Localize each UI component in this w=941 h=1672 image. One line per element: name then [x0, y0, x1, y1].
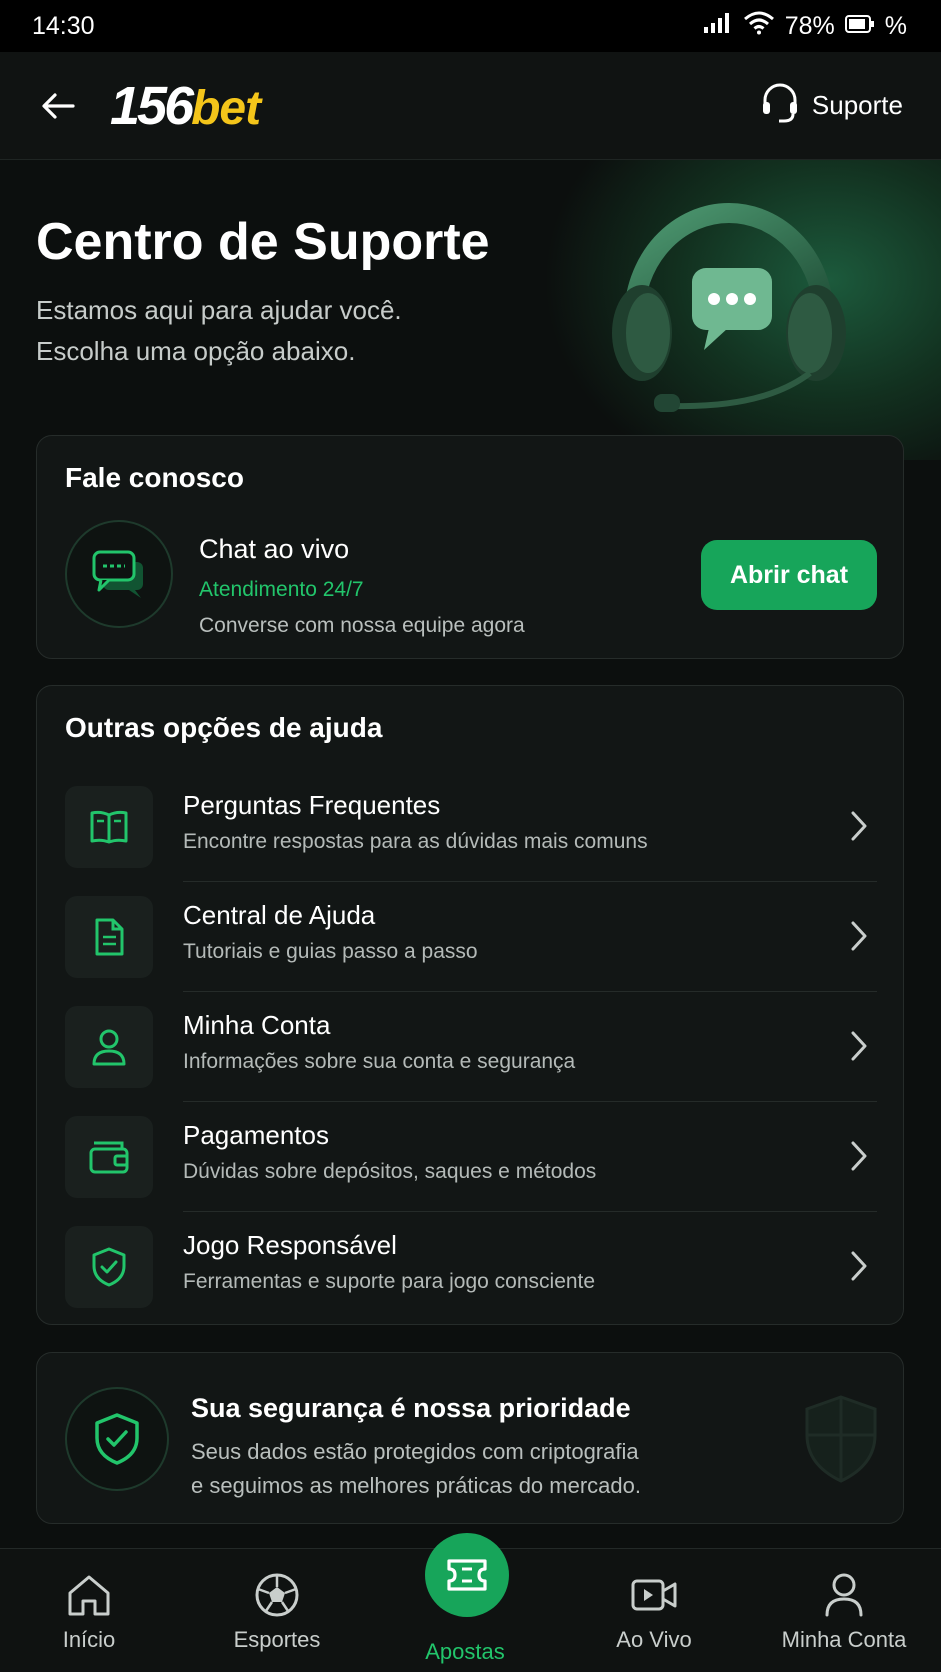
contact-card: Fale conosco Chat ao vivo Atendimento 24… — [36, 435, 904, 659]
home-icon — [66, 1569, 112, 1621]
option-title: Pagamentos — [183, 1120, 329, 1150]
headset-illustration-icon — [604, 178, 854, 418]
shield-check-icon — [65, 1387, 169, 1491]
option-title: Jogo Responsável — [183, 1230, 397, 1260]
option-my-account[interactable]: Minha Conta Informações sobre sua conta … — [65, 992, 877, 1102]
option-title: Perguntas Frequentes — [183, 790, 441, 820]
nav-item-live[interactable]: Ao Vivo — [560, 1549, 748, 1672]
user-icon — [823, 1569, 865, 1621]
option-responsible-gaming[interactable]: Jogo Responsável Ferramentas e suporte p… — [65, 1212, 877, 1322]
option-help-center[interactable]: Central de Ajuda Tutoriais e guias passo… — [65, 882, 877, 992]
security-desc-line2: e seguimos as melhores práticas do merca… — [191, 1473, 641, 1498]
nav-label: Ao Vivo — [616, 1627, 692, 1652]
nav-label: Esportes — [233, 1627, 321, 1652]
nav-item-account[interactable]: Minha Conta — [750, 1549, 938, 1672]
bottom-nav: Início Esportes Apostas Ao Vivo Minha Co… — [0, 1533, 941, 1672]
support-label: Suporte — [811, 90, 903, 120]
option-title: Central de Ajuda — [183, 900, 376, 930]
hero-section: Centro de Suporte Estamos aqui para ajud… — [0, 160, 941, 460]
hero-subtitle-line1: Estamos aqui para ajudar você. — [36, 295, 402, 325]
status-icons: 78% % — [703, 11, 907, 42]
app-header: 156bet Suporte — [0, 52, 941, 160]
book-icon — [65, 786, 153, 868]
back-arrow-icon[interactable] — [38, 86, 78, 126]
option-desc: Informações sobre sua conta e segurança — [183, 1050, 576, 1073]
signal-icon — [703, 12, 733, 41]
wallet-icon — [65, 1116, 153, 1198]
chevron-right-icon — [849, 1030, 869, 1067]
battery-suffix: % — [884, 11, 907, 40]
document-icon — [65, 896, 153, 978]
chat-name: Chat ao vivo — [199, 534, 350, 564]
wifi-icon — [743, 11, 775, 42]
option-desc: Tutoriais e guias passo a passo — [183, 940, 478, 963]
chat-description: Converse com nossa equipe agora — [199, 614, 525, 637]
video-camera-icon — [630, 1569, 678, 1621]
chevron-right-icon — [849, 1140, 869, 1177]
open-chat-button[interactable]: Abrir chat — [701, 540, 877, 610]
hero-subtitle: Estamos aqui para ajudar você. Escolha u… — [36, 290, 556, 372]
chevron-right-icon — [849, 810, 869, 847]
logo-number: 156 — [110, 75, 194, 136]
nav-item-bets[interactable]: Apostas — [371, 1549, 559, 1672]
brand-logo[interactable]: 156bet — [110, 75, 261, 136]
contact-title: Fale conosco — [65, 462, 244, 493]
battery-icon — [844, 12, 875, 41]
option-faq[interactable]: Perguntas Frequentes Encontre respostas … — [65, 772, 877, 882]
shield-check-icon — [65, 1226, 153, 1308]
headset-icon — [760, 81, 800, 130]
help-options-title: Outras opções de ajuda — [65, 712, 383, 743]
nav-label: Início — [62, 1627, 116, 1652]
nav-item-sports[interactable]: Esportes — [183, 1549, 371, 1672]
chat-hours: Atendimento 24/7 — [199, 578, 364, 601]
logo-brand: bet — [191, 81, 261, 135]
soccer-ball-icon — [254, 1569, 300, 1621]
chevron-right-icon — [849, 1250, 869, 1287]
option-desc: Encontre respostas para as dúvidas mais … — [183, 830, 648, 853]
support-link[interactable]: Suporte — [760, 81, 903, 130]
status-bar: 14:30 78% % — [0, 0, 941, 52]
nav-label: Minha Conta — [781, 1627, 907, 1652]
security-desc-line1: Seus dados estão protegidos com criptogr… — [191, 1439, 639, 1464]
option-title: Minha Conta — [183, 1010, 331, 1040]
help-options-card: Outras opções de ajuda Perguntas Frequen… — [36, 685, 904, 1325]
nav-item-home[interactable]: Início — [0, 1549, 183, 1672]
chevron-right-icon — [849, 920, 869, 957]
status-time: 14:30 — [32, 11, 95, 40]
chat-bubble-icon — [65, 520, 173, 628]
security-card: Sua segurança é nossa prioridade Seus da… — [36, 1352, 904, 1524]
option-desc: Dúvidas sobre depósitos, saques e método… — [183, 1160, 597, 1183]
hero-subtitle-line2: Escolha uma opção abaixo. — [36, 336, 356, 366]
option-desc: Ferramentas e suporte para jogo conscien… — [183, 1270, 596, 1293]
shield-watermark-icon — [803, 1393, 879, 1490]
battery-percent: 78% — [784, 11, 835, 40]
option-payments[interactable]: Pagamentos Dúvidas sobre depósitos, saqu… — [65, 1102, 877, 1212]
security-description: Seus dados estão protegidos com criptogr… — [191, 1435, 711, 1503]
nav-label: Apostas — [425, 1639, 505, 1664]
user-icon — [65, 1006, 153, 1088]
page-title: Centro de Suporte — [36, 213, 490, 271]
security-title: Sua segurança é nossa prioridade — [191, 1393, 631, 1423]
